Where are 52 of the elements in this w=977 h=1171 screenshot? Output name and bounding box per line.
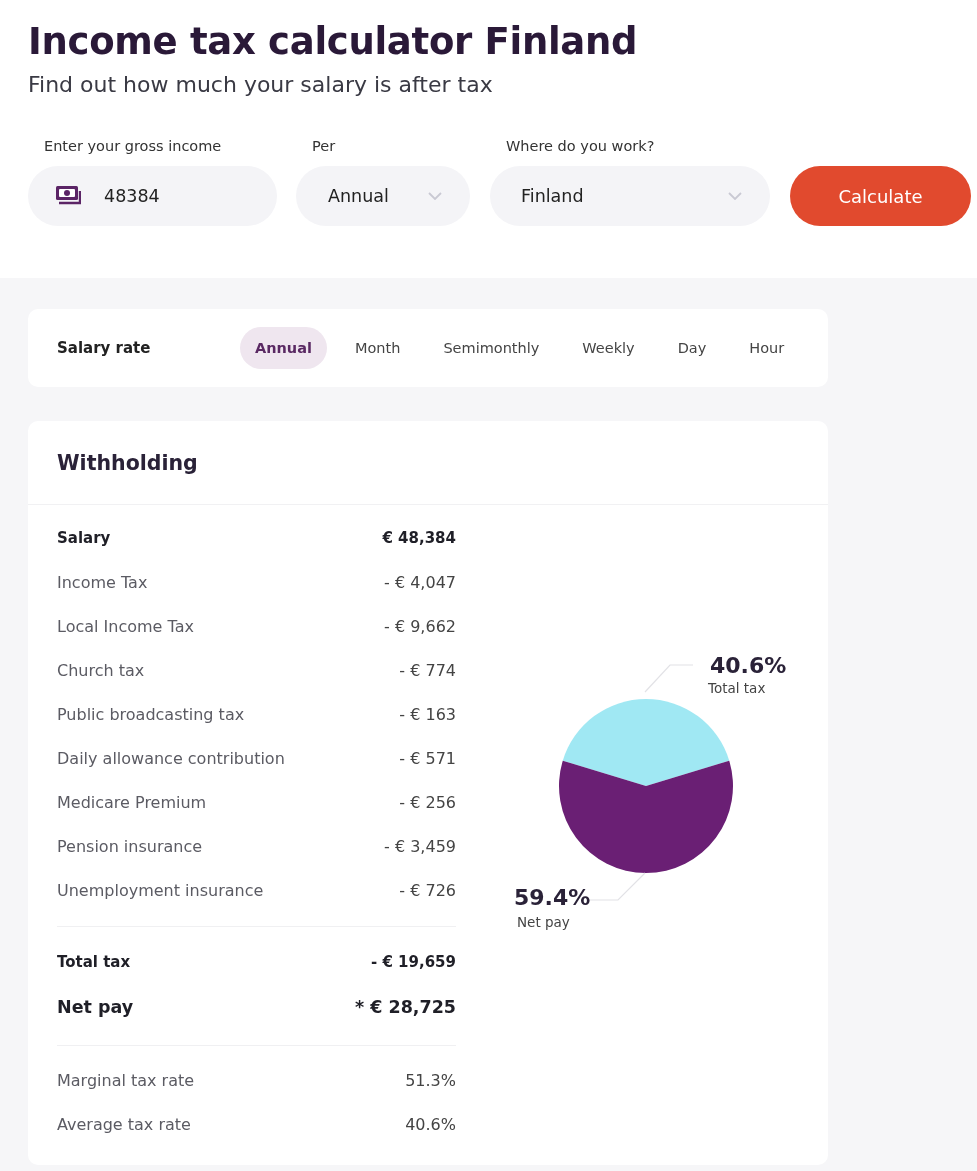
salary-rate-label: Salary rate (57, 339, 152, 357)
rate-label: Marginal tax rate (57, 1070, 195, 1090)
rate-label: Average tax rate (57, 1114, 191, 1134)
page-title: Income tax calculator Finland (28, 19, 639, 65)
rate-tab[interactable]: Semimonthly (428, 327, 555, 369)
chevron-down-icon (728, 192, 742, 200)
row-amount: - € 163 (399, 704, 456, 724)
calculate-button[interactable]: Calculate (790, 166, 971, 226)
country-dropdown[interactable]: Finland (490, 166, 770, 226)
row-label: Daily allowance contribution (57, 748, 285, 768)
row-amount: - € 256 (399, 792, 456, 812)
row-label: Pension insurance (57, 836, 203, 856)
row-label: Unemployment insurance (57, 880, 264, 900)
total-amount: - € 19,659 (371, 953, 456, 971)
rate-tab[interactable]: Month (339, 327, 416, 369)
total-label: Net pay (57, 997, 134, 1017)
period-dropdown[interactable]: Annual (296, 166, 470, 226)
rate-value: 40.6% (405, 1114, 456, 1134)
row-label: Local Income Tax (57, 616, 194, 636)
row-label: Public broadcasting tax (57, 704, 245, 724)
slice-label: Total tax (708, 680, 766, 696)
row-label: Medicare Premium (57, 792, 207, 812)
row-label: Income Tax (57, 572, 148, 592)
row-label: Salary (57, 529, 111, 547)
rate-tab[interactable]: Day (662, 327, 722, 369)
slice-percent: 59.4% (514, 885, 591, 910)
slice-label: Net pay (517, 914, 570, 930)
total-amount: * € 28,725 (354, 997, 456, 1017)
row-amount: - € 9,662 (384, 616, 456, 636)
field-label: Per (311, 137, 337, 156)
slice-percent: 40.6% (710, 653, 787, 678)
rate-tab[interactable]: Hour (734, 327, 800, 369)
banknote-icon (55, 185, 81, 207)
row-amount: € 48,384 (382, 529, 456, 547)
income-input[interactable]: 48384 (28, 166, 277, 226)
row-amount: - € 774 (399, 660, 456, 680)
row-amount: - € 726 (399, 880, 456, 900)
rate-tab[interactable]: Annual (240, 327, 327, 369)
leader-line (589, 872, 646, 901)
field-label: Where do you work? (505, 137, 656, 156)
chevron-down-icon (428, 192, 442, 200)
withholding-title: Withholding (57, 450, 198, 475)
total-label: Total tax (57, 953, 131, 971)
rate-value: 51.3% (405, 1070, 456, 1090)
rate-tab[interactable]: Weekly (567, 327, 650, 369)
row-amount: - € 3,459 (384, 836, 456, 856)
page-subtitle: Find out how much your salary is after tax (28, 71, 494, 99)
row-amount: - € 4,047 (384, 572, 456, 592)
row-label: Church tax (57, 660, 145, 680)
field-label: Enter your gross income (43, 137, 223, 156)
row-amount: - € 571 (399, 748, 456, 768)
leader-line (644, 664, 694, 693)
